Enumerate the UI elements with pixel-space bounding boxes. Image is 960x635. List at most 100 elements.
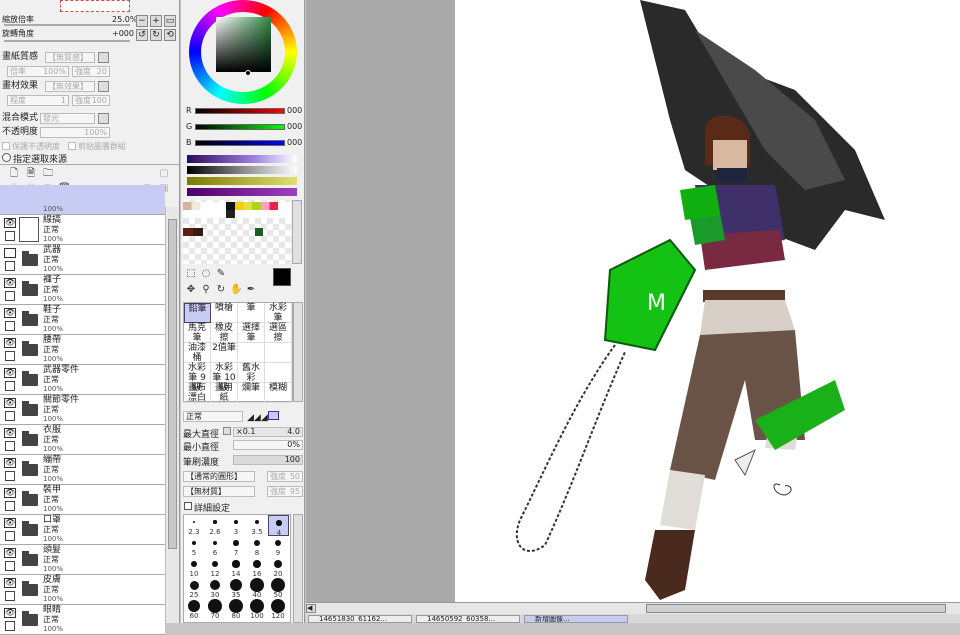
magic-wand-icon[interactable]: ✎ bbox=[215, 268, 227, 280]
visibility-toggle[interactable]: 👁 bbox=[4, 308, 16, 318]
brush-slot[interactable]: 選區擦 bbox=[265, 323, 292, 343]
rotation-slider[interactable] bbox=[4, 40, 130, 42]
layer-row[interactable]: 武器 正常 100% bbox=[0, 245, 165, 275]
brush-shape-strength[interactable]: 強度 50 bbox=[267, 471, 303, 482]
layer-row[interactable]: 👁 鞋子 正常 100% bbox=[0, 305, 165, 335]
size-preset[interactable]: 16 bbox=[247, 557, 268, 578]
brush-slot[interactable]: 油漆桶 bbox=[184, 343, 211, 363]
visibility-toggle[interactable]: 👁 bbox=[4, 428, 16, 438]
size-preset[interactable]: 120 bbox=[268, 599, 289, 620]
zoom-in-button[interactable]: + bbox=[150, 15, 162, 27]
brush-slot[interactable] bbox=[265, 363, 292, 383]
g-value[interactable]: 000 bbox=[287, 122, 302, 131]
zoom-icon[interactable]: ⚲ bbox=[200, 284, 212, 296]
r-slider[interactable] bbox=[195, 108, 285, 114]
size-preset[interactable]: 4 bbox=[268, 515, 289, 537]
brush-slot[interactable] bbox=[238, 343, 265, 363]
brush-slot[interactable] bbox=[265, 343, 292, 363]
size-preset[interactable]: 80 bbox=[226, 599, 247, 620]
visibility-toggle[interactable]: 👁 bbox=[4, 368, 16, 378]
layer-row[interactable]: 👁 繃帶 正常 100% bbox=[0, 455, 165, 485]
size-preset[interactable]: 12 bbox=[205, 557, 226, 578]
brush-slot[interactable]: 噴槍 bbox=[211, 303, 238, 323]
brush-slot[interactable]: 筆 bbox=[238, 303, 265, 323]
brush-slot[interactable]: 橡皮擦 bbox=[211, 323, 238, 343]
size-preset[interactable]: 60 bbox=[184, 599, 205, 620]
visibility-toggle[interactable]: 👁 bbox=[4, 488, 16, 498]
visibility-toggle[interactable]: 👁 bbox=[4, 218, 16, 228]
layer-row[interactable]: 👁 裝甲 正常 100% bbox=[0, 485, 165, 515]
b-value[interactable]: 000 bbox=[287, 138, 302, 147]
brush-slot[interactable]: 畫布 漂白 bbox=[184, 383, 211, 403]
layer-checkbox[interactable] bbox=[5, 531, 15, 541]
density-slider[interactable]: 100 bbox=[233, 455, 303, 465]
blend-mode-select[interactable]: 發光 bbox=[40, 113, 95, 124]
size-scrollbar[interactable] bbox=[293, 514, 303, 623]
brush-shape-select[interactable]: 【通常的圓形】 bbox=[183, 471, 255, 482]
effect-degree-field[interactable]: 程度 1 bbox=[7, 95, 69, 106]
detail-checkbox[interactable] bbox=[184, 502, 192, 510]
blend-mode-button[interactable] bbox=[98, 113, 109, 124]
layer-row[interactable]: 👁 眼睛 正常 100% bbox=[0, 605, 165, 635]
brush-mode-select[interactable]: 正常 bbox=[183, 411, 243, 422]
selection-source-radio[interactable] bbox=[2, 153, 11, 162]
layer-checkbox[interactable] bbox=[5, 261, 15, 271]
layer-scrollbar[interactable] bbox=[165, 207, 179, 623]
max-size-toggle[interactable] bbox=[223, 427, 231, 435]
zoom-reset-button[interactable]: ▭ bbox=[164, 15, 176, 27]
layer-checkbox[interactable] bbox=[5, 441, 15, 451]
size-preset[interactable]: 40 bbox=[247, 578, 268, 599]
document-tab[interactable]: 14650592_60358... bbox=[416, 615, 520, 623]
canvas[interactable]: M bbox=[455, 0, 960, 602]
layer-checkbox[interactable] bbox=[5, 291, 15, 301]
layer-row[interactable]: 👁 頭髮 正常 100% bbox=[0, 545, 165, 575]
swatch-scrollbar[interactable] bbox=[292, 200, 302, 264]
mix-bar-2[interactable] bbox=[187, 166, 297, 174]
clip-group-checkbox[interactable] bbox=[68, 142, 76, 150]
layer-row[interactable]: 100% bbox=[0, 185, 165, 215]
size-preset[interactable]: 3.5 bbox=[247, 515, 268, 536]
protect-opacity-checkbox[interactable] bbox=[2, 142, 10, 150]
r-value[interactable]: 000 bbox=[287, 106, 302, 115]
brush-slot[interactable]: 爛筆 bbox=[238, 383, 265, 403]
clear-layer-icon[interactable]: ▢ bbox=[158, 168, 170, 180]
size-preset[interactable]: 7 bbox=[226, 536, 247, 557]
paper-texture-select[interactable]: 【無質感】 bbox=[45, 52, 95, 63]
size-preset[interactable]: 100 bbox=[247, 599, 268, 620]
effect-strength-field[interactable]: 強度 100 bbox=[72, 95, 110, 106]
size-preset[interactable]: 30 bbox=[205, 578, 226, 599]
mix-bar-4[interactable] bbox=[187, 188, 297, 196]
layer-row[interactable]: 👁 衣服 正常 100% bbox=[0, 425, 165, 455]
brush-texture-select[interactable]: 【無材質】 bbox=[183, 486, 255, 497]
new-folder-icon[interactable]: 🗀 bbox=[42, 168, 54, 180]
visibility-toggle[interactable]: 👁 bbox=[4, 518, 16, 528]
size-preset[interactable]: 35 bbox=[226, 578, 247, 599]
layer-checkbox[interactable] bbox=[5, 591, 15, 601]
layer-row[interactable]: 👁 褲子 正常 100% bbox=[0, 275, 165, 305]
layer-row[interactable]: 👁 腰帶 正常 100% bbox=[0, 335, 165, 365]
mix-bar-1[interactable] bbox=[187, 155, 297, 163]
lasso-icon[interactable]: ◌ bbox=[200, 268, 212, 280]
visibility-toggle[interactable]: 👁 bbox=[4, 278, 16, 288]
document-tab[interactable]: 新增圖像... bbox=[524, 615, 628, 623]
layer-row[interactable]: 👁 關節零件 正常 100% bbox=[0, 395, 165, 425]
layer-row[interactable]: 👁 皮膚 正常 100% bbox=[0, 575, 165, 605]
brush-slot[interactable]: 2值筆 bbox=[211, 343, 238, 363]
canvas-hscrollbar[interactable]: ◀ bbox=[306, 602, 960, 614]
brush-slot[interactable]: 水彩筆 bbox=[265, 303, 292, 323]
canvas-hscrollbar-thumb[interactable] bbox=[646, 604, 946, 613]
visibility-toggle[interactable]: 👁 bbox=[4, 548, 16, 558]
size-preset[interactable]: 2.3 bbox=[184, 515, 205, 536]
swatch-palette[interactable] bbox=[183, 200, 291, 264]
rect-select-icon[interactable]: ⬚ bbox=[185, 268, 197, 280]
layer-checkbox[interactable] bbox=[5, 321, 15, 331]
hue-ring[interactable] bbox=[189, 0, 297, 104]
layer-row[interactable]: 👁 口罩 正常 100% bbox=[0, 515, 165, 545]
rotate-right-button[interactable]: ↻ bbox=[150, 29, 162, 41]
visibility-toggle[interactable] bbox=[4, 248, 16, 258]
rotate-left-button[interactable]: ↺ bbox=[136, 29, 148, 41]
rotate-reset-button[interactable]: ⟲ bbox=[164, 29, 176, 41]
size-preset[interactable]: 70 bbox=[205, 599, 226, 620]
navigator-preview[interactable] bbox=[60, 0, 130, 12]
layer-checkbox[interactable] bbox=[5, 381, 15, 391]
